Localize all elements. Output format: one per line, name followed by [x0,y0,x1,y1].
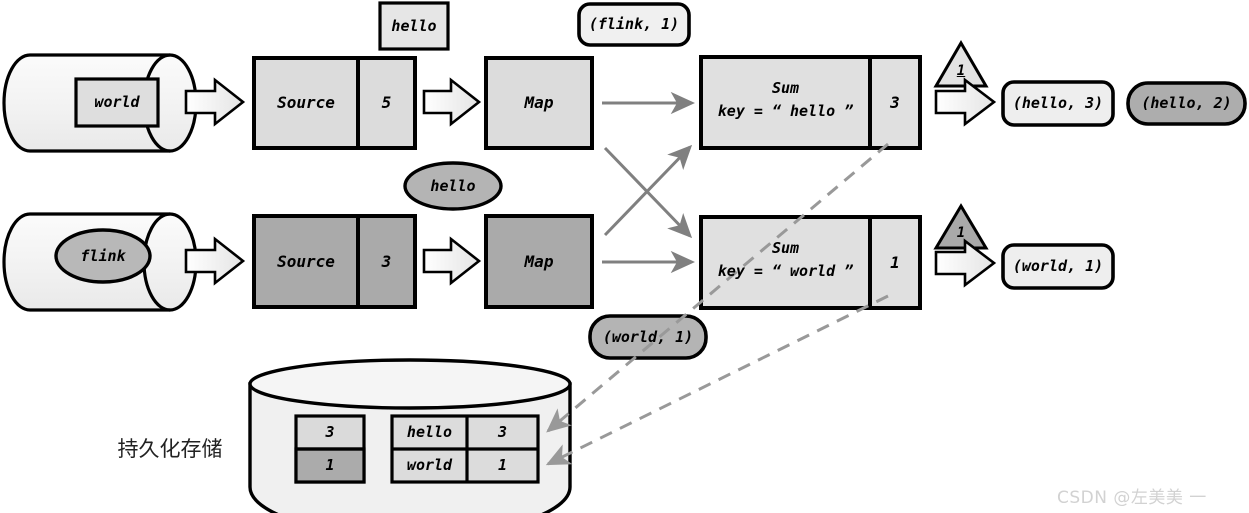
output-hello-2-pill [1126,81,1247,126]
record-world-box [74,77,160,128]
checkpoint-barrier-row1 [933,40,989,88]
operator-map-row1 [484,56,594,150]
storage-state-table [390,414,540,484]
operator-source-row2 [252,214,417,309]
watermark: CSDN @左美美 一 [1057,488,1207,508]
record-flink-ellipse [54,228,152,284]
record-hello-ellipse [403,161,503,211]
record-flink-pill [577,2,691,47]
operator-sum-row1 [699,55,922,150]
record-hello-box [378,1,450,51]
operator-map-row2 [484,214,594,309]
operator-source-row1 [252,56,417,150]
checkpoint-barrier-row2 [933,203,989,250]
storage-offset-table [294,414,366,484]
output-world-1-pill [1001,243,1115,290]
operator-sum-row2 [699,215,922,310]
diagram-canvas: world hello Source 5 Map (flink, 1) Sum … [0,0,1249,513]
record-world-pill [588,314,708,360]
diagram-shapes [2,1,1247,513]
flow-arrow-source2-map2 [422,236,482,286]
flow-arrow-source1-map1 [422,77,482,127]
output-hello-3-pill [1001,80,1115,127]
